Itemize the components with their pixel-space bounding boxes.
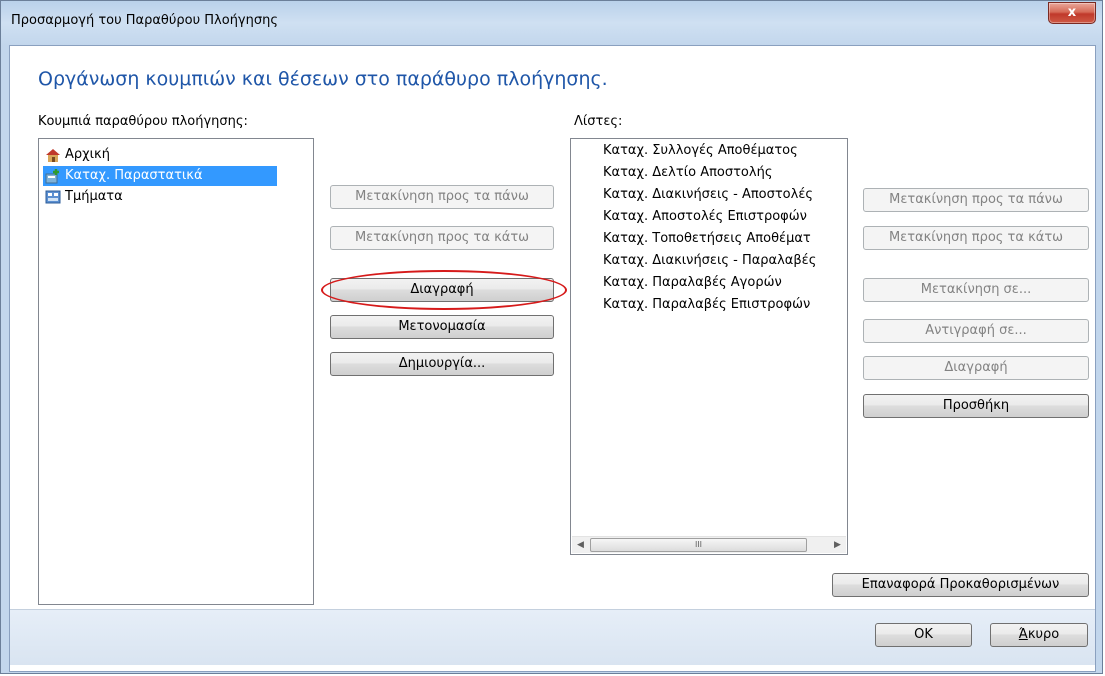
tree-item-documents[interactable]: Καταχ. Παραστατικά bbox=[43, 166, 277, 186]
list-item[interactable]: Καταχ. Αποστολές Επιστροφών bbox=[603, 207, 807, 227]
list-move-down-button[interactable]: Μετακίνηση προς τα κάτω bbox=[863, 226, 1089, 250]
tree-item-label: Τμήματα bbox=[65, 189, 123, 204]
rename-button[interactable]: Μετονομασία bbox=[330, 315, 554, 339]
reset-defaults-button[interactable]: Επαναφορά Προκαθορισμένων bbox=[832, 573, 1089, 597]
cancel-accelerator: Ά bbox=[1018, 627, 1028, 642]
dialog-content: Οργάνωση κουμπιών και θέσεων στο παράθυρ… bbox=[9, 45, 1096, 672]
list-item[interactable]: Καταχ. Τοποθετήσεις Αποθέματ bbox=[603, 229, 811, 249]
tree-item-home[interactable]: Αρχική bbox=[43, 145, 114, 165]
tree-item-label: Αρχική bbox=[65, 147, 110, 162]
dialog-headline: Οργάνωση κουμπιών και θέσεων στο παράθυρ… bbox=[38, 68, 608, 90]
lists-label: Λίστες: bbox=[574, 114, 623, 129]
tree-item-label: Καταχ. Παραστατικά bbox=[65, 168, 203, 183]
list-move-up-button[interactable]: Μετακίνηση προς τα πάνω bbox=[863, 188, 1089, 212]
list-delete-button[interactable]: Διαγραφή bbox=[863, 356, 1089, 380]
scroll-left-icon[interactable]: ◀ bbox=[572, 537, 589, 553]
scroll-right-icon[interactable]: ▶ bbox=[829, 537, 846, 553]
window-title: Προσαρμογή του Παραθύρου Πλοήγησης bbox=[11, 13, 278, 28]
horizontal-scrollbar[interactable]: ◀ III ▶ bbox=[572, 536, 846, 553]
home-icon bbox=[45, 147, 61, 163]
nav-buttons-label: Κουμπιά παραθύρου πλοήγησης: bbox=[38, 114, 248, 129]
close-button[interactable]: x bbox=[1048, 2, 1096, 24]
cancel-button[interactable]: Άκυρο bbox=[990, 623, 1088, 647]
dialog-window: Προσαρμογή του Παραθύρου Πλοήγησης x Οργ… bbox=[0, 0, 1103, 674]
list-item[interactable]: Καταχ. Συλλογές Αποθέματος bbox=[603, 141, 798, 161]
list-item[interactable]: Καταχ. Δελτίο Αποστολής bbox=[603, 163, 772, 183]
tree-item-departments[interactable]: Τμήματα bbox=[43, 187, 127, 207]
list-item[interactable]: Καταχ. Παραλαβές Αγορών bbox=[603, 273, 782, 293]
lists-listbox[interactable]: Καταχ. Συλλογές Αποθέματος Καταχ. Δελτίο… bbox=[570, 138, 848, 555]
list-item[interactable]: Καταχ. Παραλαβές Επιστροφών bbox=[603, 295, 810, 315]
title-bar: Προσαρμογή του Παραθύρου Πλοήγησης x bbox=[1, 1, 1102, 45]
departments-icon bbox=[45, 189, 61, 205]
scroll-thumb[interactable]: III bbox=[590, 538, 807, 552]
copy-to-button[interactable]: Αντιγραφή σε... bbox=[863, 319, 1089, 343]
close-icon: x bbox=[1067, 5, 1077, 20]
list-item[interactable]: Καταχ. Διακινήσεις - Παραλαβές bbox=[603, 251, 816, 271]
move-down-button[interactable]: Μετακίνηση προς τα κάτω bbox=[330, 226, 554, 250]
move-to-button[interactable]: Μετακίνηση σε... bbox=[863, 278, 1089, 302]
ok-button[interactable]: OK bbox=[875, 623, 972, 647]
nav-buttons-tree[interactable]: Αρχική Καταχ. Παραστατικά Τμήματα bbox=[38, 138, 314, 605]
move-up-button[interactable]: Μετακίνηση προς τα πάνω bbox=[330, 185, 554, 209]
add-button[interactable]: Προσθήκη bbox=[863, 394, 1089, 418]
documents-icon bbox=[45, 168, 61, 184]
highlight-annotation bbox=[321, 270, 567, 310]
cancel-label-rest: κυρο bbox=[1027, 627, 1060, 642]
list-item[interactable]: Καταχ. Διακινήσεις - Αποστολές bbox=[603, 185, 813, 205]
create-button[interactable]: Δημιουργία... bbox=[330, 352, 554, 376]
